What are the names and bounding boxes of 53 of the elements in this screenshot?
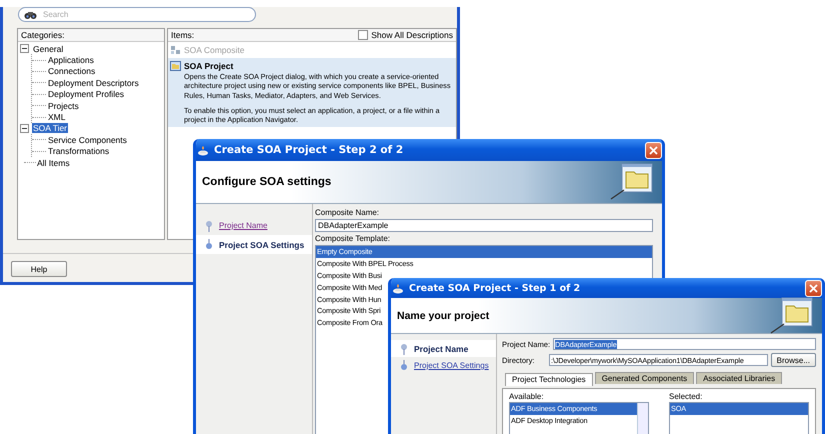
step-node-icon xyxy=(399,342,409,354)
tree-item[interactable]: Transformations xyxy=(47,146,110,156)
tree-item[interactable]: Connections xyxy=(47,66,96,76)
window-title: Create SOA Project - Step 2 of 2 xyxy=(214,144,404,156)
gallery-item[interactable] xyxy=(168,58,456,128)
wizard-heading: Configure SOA settings xyxy=(202,176,332,188)
close-button[interactable] xyxy=(645,142,662,158)
window-title: Create SOA Project - Step 1 of 2 xyxy=(409,282,582,294)
tree-item[interactable]: XML xyxy=(47,112,66,122)
tree-item[interactable]: Deployment Descriptors xyxy=(47,78,140,88)
tree-item[interactable]: SOA Tier xyxy=(32,123,68,134)
browse-button[interactable]: Browse... xyxy=(770,353,816,367)
search-field[interactable]: Search xyxy=(18,7,256,22)
tree-item[interactable]: Applications xyxy=(47,55,95,66)
step-link[interactable]: Project SOA Settings xyxy=(414,361,489,370)
wizard-heading: Name your project xyxy=(397,310,490,322)
checkbox-label: Show All Descriptions xyxy=(371,30,453,40)
tab[interactable]: Generated Components xyxy=(594,372,694,384)
close-button[interactable] xyxy=(805,280,822,296)
tree-item[interactable]: Service Components xyxy=(47,134,128,145)
item-title: SOA Project xyxy=(184,61,234,71)
tree-item[interactable]: General xyxy=(32,44,64,54)
tree-item[interactable]: Deployment Profiles xyxy=(47,89,126,100)
component-icon xyxy=(170,45,181,55)
help-button[interactable]: Help xyxy=(11,261,67,277)
field-label: Composite Template: xyxy=(315,234,391,244)
collapse-icon[interactable] xyxy=(20,124,29,133)
field-value: DBAdapterExample xyxy=(318,221,388,230)
tree-item[interactable]: Projects xyxy=(47,100,80,111)
tab[interactable]: Associated Libraries xyxy=(696,372,782,384)
tab[interactable]: Project Technologies xyxy=(505,373,593,386)
categories-label: Categories: xyxy=(21,30,64,40)
close-icon xyxy=(649,146,658,154)
close-icon xyxy=(809,284,818,292)
step-node-icon xyxy=(204,238,214,250)
items-label: Items: xyxy=(171,30,194,40)
binoculars-icon xyxy=(24,10,37,20)
folder-window-icon xyxy=(770,296,814,334)
text-field[interactable]: DBAdapterExample xyxy=(315,219,653,232)
checkbox[interactable] xyxy=(358,30,368,40)
project-icon xyxy=(170,61,181,71)
folder-window-icon xyxy=(610,163,654,201)
step-node-icon xyxy=(204,220,214,232)
step-node-icon xyxy=(399,360,409,372)
cup-icon xyxy=(392,282,404,294)
tree-item[interactable]: All Items xyxy=(36,158,71,168)
field-label: Composite Name: xyxy=(315,208,380,217)
list-label: Selected: xyxy=(669,392,704,401)
item-category: SOA Composite xyxy=(184,45,244,55)
list-label: Available: xyxy=(509,392,545,401)
cup-icon xyxy=(197,144,209,156)
collapse-icon[interactable] xyxy=(20,44,29,54)
step-link[interactable]: Project Name xyxy=(219,221,268,230)
